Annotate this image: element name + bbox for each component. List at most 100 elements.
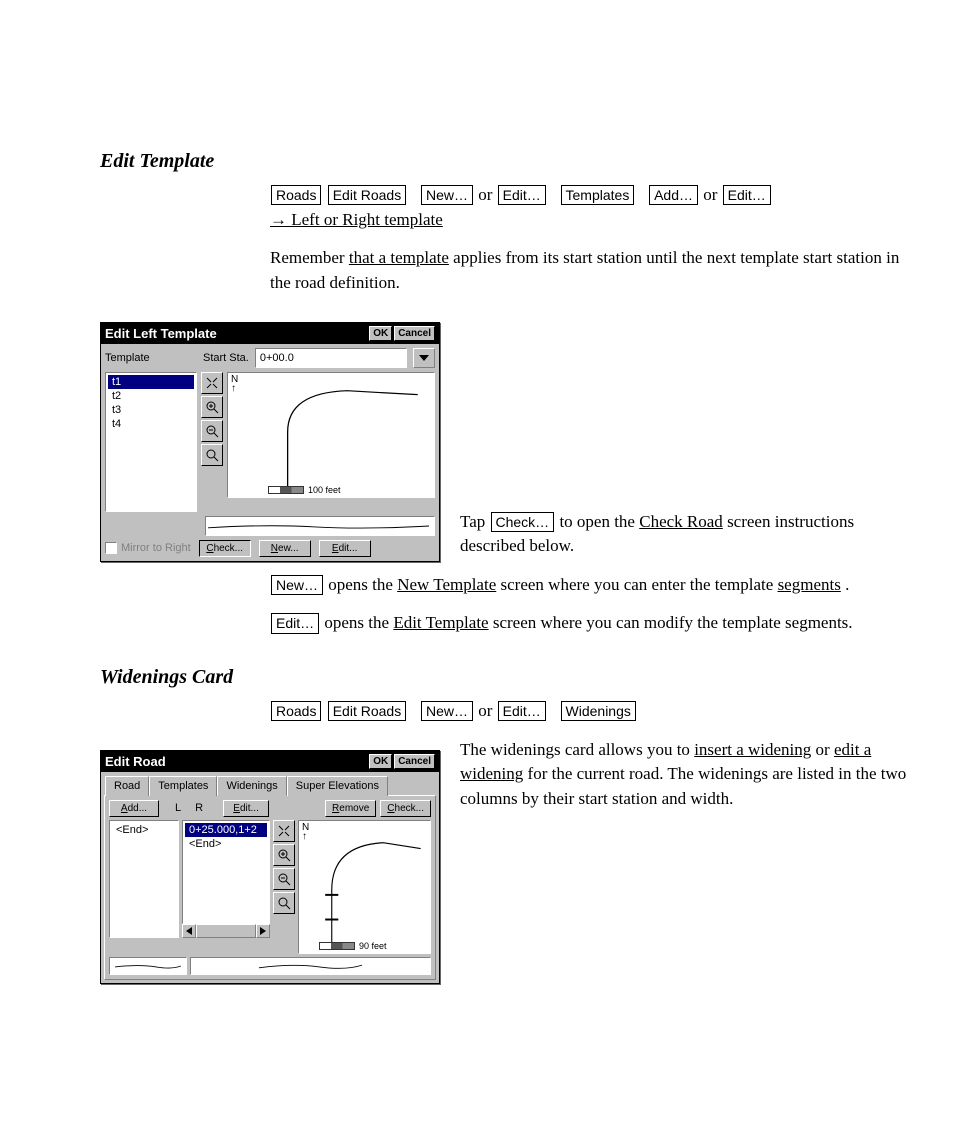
h-scrollbar[interactable] <box>182 924 270 938</box>
text: screen where you can modify the template… <box>493 613 853 632</box>
btn-new3[interactable]: New… <box>421 701 473 721</box>
titlebar: Edit Left Template OK Cancel <box>101 323 439 344</box>
list-item[interactable]: 0+25.000,1+2 <box>185 823 267 837</box>
link-new-template[interactable]: New Template <box>397 575 496 594</box>
text: or <box>816 740 834 759</box>
text: to open the <box>559 512 639 531</box>
tab-widenings[interactable]: Widenings <box>217 776 286 796</box>
text: Tap <box>460 512 490 531</box>
right-widenings-list[interactable]: 0+25.000,1+2 <End> <box>182 820 270 924</box>
left-profile[interactable] <box>109 957 187 975</box>
tab-super-elevations[interactable]: Super Elevations <box>287 776 388 796</box>
heading-widenings-card: Widenings Card <box>100 666 914 689</box>
template-list[interactable]: t1 t2 t3 t4 <box>105 372 197 512</box>
link-insert-widening[interactable]: insert a widening <box>694 740 811 759</box>
link-that-a-template[interactable]: that a template <box>349 248 449 267</box>
list-item[interactable]: <End> <box>185 837 267 851</box>
text: . <box>845 575 849 594</box>
add-button[interactable]: Add... <box>109 800 159 817</box>
btn-edit-roads2[interactable]: Edit Roads <box>328 701 406 721</box>
zoom-toolbar2 <box>273 820 295 954</box>
btn-check-inline[interactable]: Check… <box>491 512 555 532</box>
zoom-extents-icon <box>205 376 219 390</box>
edit-button[interactable]: Edit... <box>319 540 371 557</box>
list-item[interactable]: t3 <box>108 403 194 417</box>
zoom-window-icon <box>277 896 291 910</box>
text: opens the <box>328 575 397 594</box>
zoom-in-button2[interactable] <box>273 844 295 866</box>
profile-line-r <box>191 958 430 974</box>
para-new: New… opens the New Template screen where… <box>270 573 914 598</box>
list-item[interactable]: t2 <box>108 389 194 403</box>
road-curve <box>228 373 434 497</box>
link-check-road[interactable]: Check Road <box>639 512 723 531</box>
link-left-right-template[interactable]: → Left or Right template <box>270 210 443 229</box>
link-segments[interactable]: segments <box>778 575 841 594</box>
nav-trail-1: Roads Edit Roads New… or Edit… Templates… <box>270 183 914 232</box>
text: Remember <box>270 248 349 267</box>
profile-line-l <box>110 958 186 974</box>
cancel-button[interactable]: Cancel <box>394 326 435 341</box>
zoom-in-button[interactable] <box>201 396 223 418</box>
para-reminder: Remember that a template applies from it… <box>270 246 914 295</box>
btn-edit-inline[interactable]: Edit… <box>271 613 319 633</box>
btn-edit4[interactable]: Edit… <box>498 701 546 721</box>
zoom-out-icon <box>277 872 291 886</box>
text-or2: or <box>703 185 721 204</box>
zoom-window-button[interactable] <box>201 444 223 466</box>
tab-templates[interactable]: Templates <box>149 776 217 796</box>
zoom-extents-button[interactable] <box>201 372 223 394</box>
dialog-title2: Edit Road <box>105 754 166 769</box>
scale-label2: 90 feet <box>359 941 387 951</box>
cancel-button2[interactable]: Cancel <box>394 754 435 769</box>
btn-edit2[interactable]: Edit… <box>723 185 771 205</box>
zoom-in-icon <box>277 848 291 862</box>
left-widenings-list[interactable]: <End> <box>109 820 179 938</box>
list-item[interactable]: t1 <box>108 375 194 389</box>
btn-edit[interactable]: Edit… <box>498 185 546 205</box>
para-widenings: The widenings card allows you to insert … <box>460 738 914 812</box>
btn-new[interactable]: New… <box>421 185 473 205</box>
ok-button2[interactable]: OK <box>369 754 392 769</box>
text: screen where you can enter the template <box>501 575 778 594</box>
zoom-extents-button2[interactable] <box>273 820 295 842</box>
mirror-checkbox: Mirror to Right <box>105 542 191 554</box>
btn-new-inline[interactable]: New… <box>271 575 323 595</box>
para-edit: Edit… opens the Edit Template screen whe… <box>270 611 914 636</box>
chevron-down-icon <box>419 355 429 361</box>
text: The widenings card allows you to <box>460 740 694 759</box>
btn-edit-roads[interactable]: Edit Roads <box>328 185 406 205</box>
check-button[interactable]: Check... <box>199 540 251 557</box>
link-edit-template[interactable]: Edit Template <box>393 613 488 632</box>
new-button[interactable]: New... <box>259 540 311 557</box>
label-r: R <box>195 802 203 814</box>
start-sta-input[interactable] <box>256 349 406 367</box>
remove-button[interactable]: Remove <box>325 800 376 817</box>
dialog-title: Edit Left Template <box>105 326 217 341</box>
text: opens the <box>324 613 393 632</box>
ok-button[interactable]: OK <box>369 326 392 341</box>
road-curve2 <box>299 821 430 953</box>
btn-roads[interactable]: Roads <box>271 185 321 205</box>
list-item[interactable]: <End> <box>112 823 176 837</box>
btn-add[interactable]: Add… <box>649 185 698 205</box>
scale-bar2 <box>319 942 355 950</box>
right-profile[interactable] <box>190 957 431 975</box>
start-sta-dropdown[interactable] <box>413 348 435 368</box>
zoom-out-button[interactable] <box>201 420 223 442</box>
zoom-window-button2[interactable] <box>273 892 295 914</box>
label-start-sta: Start Sta. <box>203 352 249 364</box>
plan-view[interactable]: N↑ 100 feet <box>227 372 435 498</box>
tab-road[interactable]: Road <box>105 776 149 796</box>
north-indicator: N↑ <box>231 375 238 393</box>
list-item[interactable]: t4 <box>108 417 194 431</box>
btn-widenings[interactable]: Widenings <box>561 701 636 721</box>
scroll-left-icon <box>186 927 192 935</box>
edit-button2[interactable]: Edit... <box>223 800 269 817</box>
btn-roads2[interactable]: Roads <box>271 701 321 721</box>
btn-templates[interactable]: Templates <box>561 185 635 205</box>
zoom-out-button2[interactable] <box>273 868 295 890</box>
profile-view[interactable] <box>205 516 435 536</box>
plan-view2[interactable]: N↑ 90 feet <box>298 820 431 954</box>
check-button2[interactable]: Check... <box>380 800 431 817</box>
